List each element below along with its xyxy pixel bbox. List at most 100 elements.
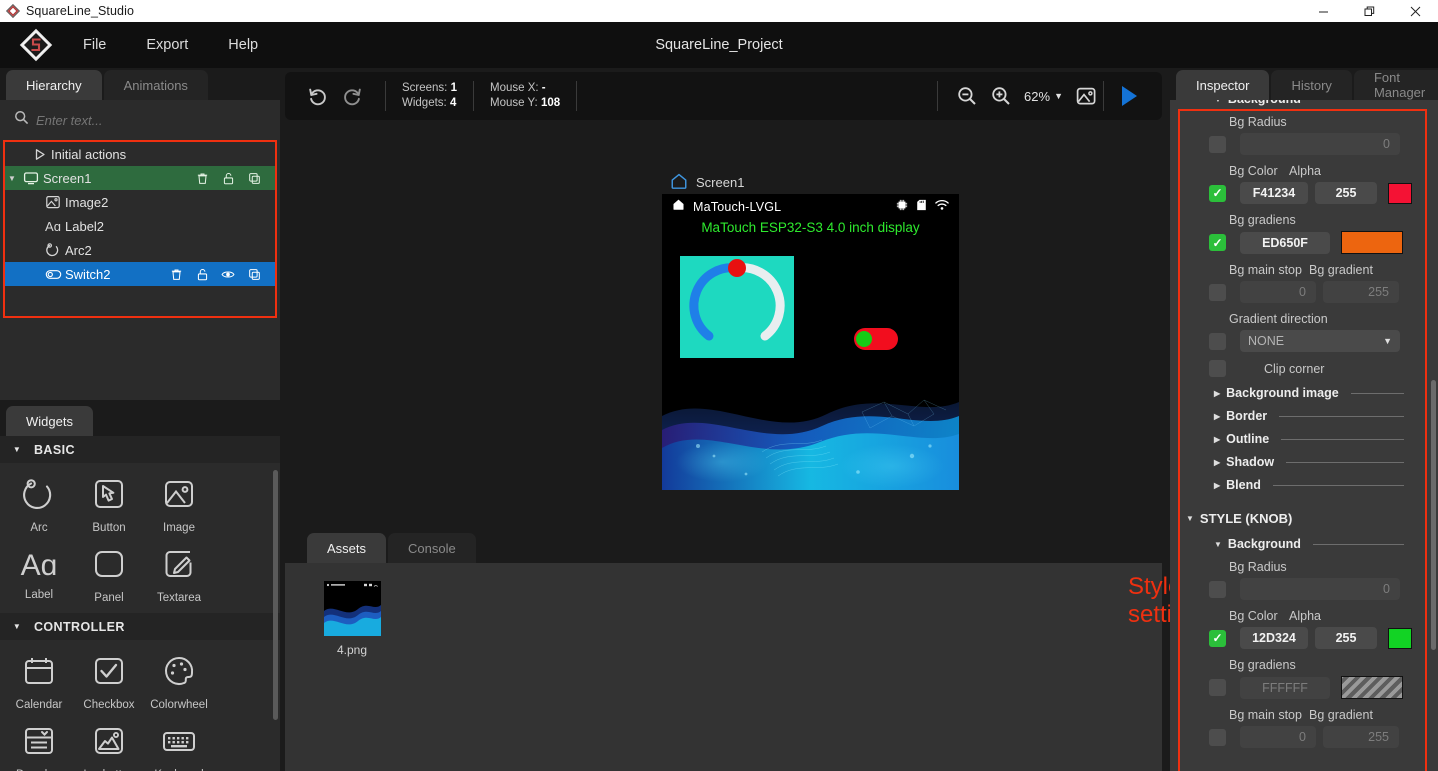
widgets-scrollbar[interactable]	[273, 470, 278, 720]
fit-image-icon[interactable]	[1069, 79, 1103, 113]
section-background-header[interactable]: ▼ Background	[1214, 100, 1414, 106]
widget-button[interactable]: Button	[74, 469, 144, 539]
menu-item-export[interactable]: Export	[143, 33, 191, 57]
tab-assets[interactable]: Assets	[307, 533, 387, 563]
knob-bg-color-checkbox[interactable]	[1209, 629, 1226, 647]
tab-font-manager[interactable]: Font Manager	[1353, 70, 1438, 100]
asset-item[interactable]: 4.png	[310, 581, 394, 657]
bg-main-stop-input[interactable]: 0	[1240, 281, 1316, 303]
zoom-in-icon[interactable]	[984, 79, 1018, 113]
widget-colorwheel[interactable]: Colorwheel	[144, 646, 214, 716]
knob-bg-main-stop-input[interactable]: 0	[1240, 726, 1316, 748]
trash-icon[interactable]	[169, 267, 183, 281]
widget-keyboard[interactable]: Keyboard	[144, 716, 214, 771]
tab-console[interactable]: Console	[388, 533, 476, 563]
canvas-area[interactable]: Screen1 MaTouch-LVGL MaTouch ESP32-S3 4.…	[285, 124, 1162, 527]
tab-widgets[interactable]: Widgets	[6, 406, 93, 436]
section-border[interactable]: ▶ Border	[1214, 409, 1414, 423]
device-switch[interactable]	[854, 328, 898, 350]
bg-radius-checkbox[interactable]	[1209, 135, 1226, 153]
play-triangle-icon	[27, 147, 51, 162]
bg-alpha-input[interactable]: 255	[1315, 182, 1377, 204]
widget-category-basic[interactable]: ▼ BASIC	[0, 436, 280, 463]
bg-color-swatch[interactable]	[1388, 182, 1412, 204]
close-button[interactable]	[1392, 0, 1438, 22]
section-background-image[interactable]: ▶ Background image	[1214, 386, 1414, 400]
knob-bg-radius-checkbox[interactable]	[1209, 580, 1226, 598]
widget-label[interactable]: Aɑ Label	[4, 539, 74, 609]
bg-gradiens-checkbox[interactable]	[1209, 234, 1226, 251]
play-icon[interactable]	[1104, 79, 1152, 113]
knob-bg-alpha-input[interactable]: 255	[1315, 627, 1377, 649]
section-shadow[interactable]: ▶ Shadow	[1214, 455, 1414, 469]
redo-icon[interactable]	[335, 79, 369, 113]
tab-inspector[interactable]: Inspector	[1176, 70, 1270, 100]
widget-arc[interactable]: Arc	[4, 469, 74, 539]
tab-animations[interactable]: Animations	[103, 70, 208, 100]
bg-color-input[interactable]: F41234	[1240, 182, 1308, 204]
knob-bg-gradiens-row: FFFFFF	[1209, 676, 1438, 699]
knob-bg-gradiens-swatch[interactable]	[1341, 676, 1403, 699]
widget-imgbutton[interactable]: Imgbutton	[74, 716, 144, 771]
knob-bg-main-stop-checkbox[interactable]	[1209, 728, 1226, 746]
bg-gradient-input[interactable]: 255	[1323, 281, 1399, 303]
unlock-icon[interactable]	[195, 267, 209, 281]
widget-checkbox[interactable]: Checkbox	[74, 646, 144, 716]
eye-icon[interactable]	[221, 267, 235, 281]
trash-icon[interactable]	[195, 171, 209, 185]
section-style-knob-header[interactable]: ▼ STYLE (KNOB)	[1186, 511, 1416, 526]
inspector-scrollbar[interactable]	[1431, 380, 1436, 650]
knob-background-header[interactable]: ▼ Background	[1214, 537, 1414, 551]
restore-button[interactable]	[1346, 0, 1392, 22]
device-preview[interactable]: MaTouch-LVGL MaTouch ESP32-S3 4.0 inch d…	[662, 194, 959, 490]
zoom-out-icon[interactable]	[950, 79, 984, 113]
section-blend[interactable]: ▶ Blend	[1214, 478, 1414, 492]
knob-bg-gradiens-input[interactable]: FFFFFF	[1240, 676, 1330, 699]
bg-main-stop-checkbox[interactable]	[1209, 283, 1226, 301]
widget-image[interactable]: Image	[144, 469, 214, 539]
device-arc-panel[interactable]	[680, 256, 794, 358]
knob-bg-gradient-input[interactable]: 255	[1323, 726, 1399, 748]
bg-radius-input[interactable]: 0	[1240, 133, 1400, 155]
gradient-direction-value: NONE	[1248, 334, 1285, 348]
bg-gradiens-swatch[interactable]	[1341, 231, 1403, 254]
menu-item-file[interactable]: File	[80, 33, 109, 57]
tree-row-label2[interactable]: Aɑ Label2	[5, 214, 275, 238]
undo-icon[interactable]	[301, 79, 335, 113]
tree-row-initial-actions[interactable]: Initial actions	[5, 142, 275, 166]
bg-color-checkbox[interactable]	[1209, 184, 1226, 202]
section-outline[interactable]: ▶ Outline	[1214, 432, 1414, 446]
widget-category-controller[interactable]: ▼ CONTROLLER	[0, 613, 280, 640]
widget-calendar[interactable]: Calendar	[4, 646, 74, 716]
gradient-direction-checkbox[interactable]	[1209, 332, 1226, 350]
widget-textarea[interactable]: Textarea	[144, 539, 214, 609]
knob-bg-gradiens-checkbox[interactable]	[1209, 679, 1226, 696]
chevron-down-icon[interactable]: ▼	[5, 174, 19, 183]
duplicate-icon[interactable]	[247, 267, 261, 281]
menu-item-help[interactable]: Help	[225, 33, 261, 57]
unlock-icon[interactable]	[221, 171, 235, 185]
calendar-icon	[20, 652, 58, 695]
widget-panel[interactable]: Panel	[74, 539, 144, 609]
tree-row-actions-screen1	[195, 171, 275, 185]
widget-dropdown[interactable]: Dropdow	[4, 716, 74, 771]
gradient-direction-select[interactable]: NONE ▼	[1240, 330, 1400, 352]
duplicate-icon[interactable]	[247, 171, 261, 185]
canvas-screen-tag[interactable]: Screen1	[670, 172, 744, 193]
zoom-level-control[interactable]: 62% ▼	[1018, 89, 1069, 104]
minimize-button[interactable]	[1300, 0, 1346, 22]
knob-bg-color-swatch[interactable]	[1388, 627, 1412, 649]
tree-row-image2[interactable]: Image2	[5, 190, 275, 214]
hierarchy-search-row[interactable]	[14, 109, 266, 131]
knob-bg-color-input[interactable]: 12D324	[1240, 627, 1308, 649]
clip-corner-row[interactable]: Clip corner	[1209, 360, 1438, 377]
tab-hierarchy[interactable]: Hierarchy	[6, 70, 102, 100]
knob-bg-radius-input[interactable]: 0	[1240, 578, 1400, 600]
tree-row-arc2[interactable]: Arc2	[5, 238, 275, 262]
search-input[interactable]	[36, 112, 266, 128]
tree-row-screen1[interactable]: ▼ Screen1	[5, 166, 275, 190]
tab-history[interactable]: History	[1271, 70, 1352, 100]
tree-row-switch2[interactable]: Switch2	[5, 262, 275, 286]
clip-corner-checkbox[interactable]	[1209, 360, 1226, 377]
bg-gradiens-input[interactable]: ED650F	[1240, 231, 1330, 254]
